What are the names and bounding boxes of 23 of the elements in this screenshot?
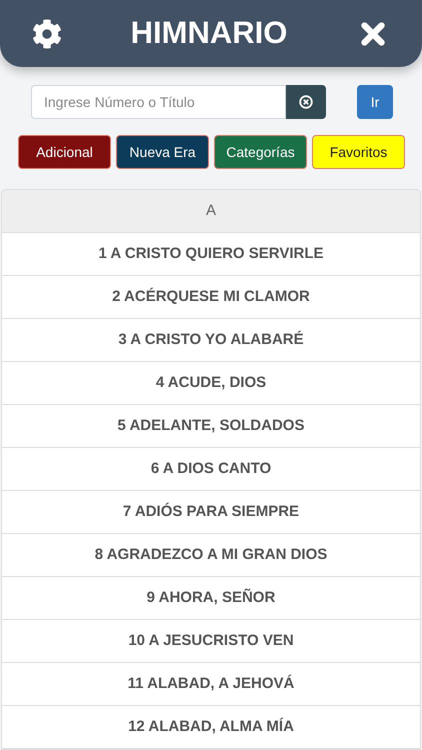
hymn-item[interactable]: 7 ADIÓS PARA SIEMPRE [2,491,420,534]
hymn-item[interactable]: 4 ACUDE, DIOS [2,362,420,405]
hymn-item[interactable]: 11 ALABAD, A JEHOVÁ [2,663,420,706]
hymn-item[interactable]: 5 ADELANTE, SOLDADOS [2,405,420,448]
settings-icon[interactable] [32,18,62,48]
section-header: A [2,190,420,233]
category-button[interactable]: Categorías [214,135,307,169]
hymn-item[interactable]: 12 ALABAD, ALMA MÍA [2,706,420,749]
category-button[interactable]: Nueva Era [116,135,209,169]
hymn-item[interactable]: 3 A CRISTO YO ALABARÉ [2,319,420,362]
hymn-item[interactable]: 1 A CRISTO QUIERO SERVIRLE [2,233,420,276]
app-title: HIMNARIO [130,14,288,52]
go-button[interactable]: Ir [357,85,393,119]
search-field[interactable]: Ingrese Número o Título [31,85,286,119]
hymn-item[interactable]: 10 A JESUCRISTO VEN [2,620,420,663]
clear-icon [299,95,313,109]
category-button[interactable]: Adicional [18,135,111,169]
hymn-item[interactable]: 6 A DIOS CANTO [2,448,420,491]
clear-button[interactable] [286,85,326,119]
category-button[interactable]: Favoritos [312,135,405,169]
hymn-item[interactable]: 9 AHORA, SEÑOR [2,577,420,620]
hymn-item[interactable]: 2 ACÉRQUESE MI CLAMOR [2,276,420,319]
hymn-item[interactable]: 8 AGRADEZCO A MI GRAN DIOS [2,534,420,577]
